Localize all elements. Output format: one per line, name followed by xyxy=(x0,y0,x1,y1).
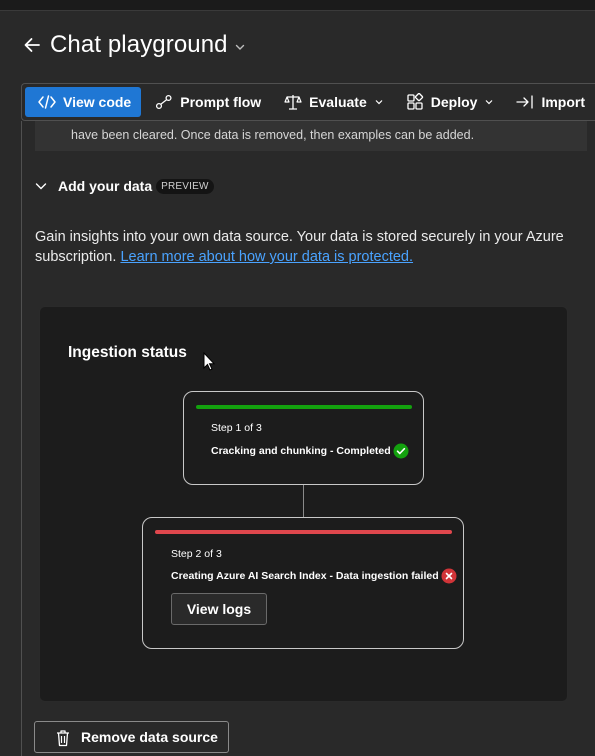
page-header: Chat playground xyxy=(22,30,246,60)
page-title: Chat playground xyxy=(50,31,228,58)
view-code-label: View code xyxy=(63,94,132,110)
ingestion-status-card: Ingestion status Step 1 of 3 Cracking an… xyxy=(39,306,568,702)
remove-data-source-label: Remove data source xyxy=(81,729,218,745)
evaluate-label: Evaluate xyxy=(309,94,367,110)
top-bar xyxy=(0,0,595,11)
ingestion-step-1: Step 1 of 3 Cracking and chunking - Comp… xyxy=(183,391,424,485)
ingestion-title: Ingestion status xyxy=(68,344,187,361)
chevron-down-icon xyxy=(484,97,494,107)
trash-icon xyxy=(55,729,71,747)
view-code-button[interactable]: View code xyxy=(25,87,142,117)
notice-text: have been cleared. Once data is removed,… xyxy=(71,128,475,142)
deploy-label: Deploy xyxy=(430,94,478,110)
add-your-data-header[interactable]: Add your data PREVIEW xyxy=(34,176,214,196)
step-description: Creating Azure AI Search Index - Data in… xyxy=(171,568,457,584)
cube-icon xyxy=(406,93,424,111)
step-connector xyxy=(303,485,304,517)
step-description: Cracking and chunking - Completed xyxy=(211,443,409,459)
section-title: Add your data xyxy=(58,178,153,194)
chevron-down-icon xyxy=(374,97,384,107)
deploy-button[interactable]: Deploy xyxy=(396,87,505,117)
ingestion-step-2: Step 2 of 3 Creating Azure AI Search Ind… xyxy=(142,517,464,649)
preview-badge: PREVIEW xyxy=(156,178,214,194)
step-description-text: Cracking and chunking - Completed xyxy=(211,445,391,457)
step-progress-bar xyxy=(155,530,452,534)
step-label: Step 1 of 3 xyxy=(211,422,262,434)
step-progress-bar xyxy=(196,405,412,409)
step-description-text: Creating Azure AI Search Index - Data in… xyxy=(171,570,439,582)
chevron-down-icon[interactable] xyxy=(234,41,246,53)
import-label: Import xyxy=(541,94,585,110)
notice-banner: have been cleared. Once data is removed,… xyxy=(35,121,587,151)
prompt-flow-label: Prompt flow xyxy=(180,94,262,110)
prompt-flow-button[interactable]: Prompt flow xyxy=(145,87,271,117)
remove-data-source-button[interactable]: Remove data source xyxy=(34,721,229,753)
mouse-pointer-icon xyxy=(203,352,216,371)
import-button[interactable]: Import xyxy=(506,87,595,117)
step-label: Step 2 of 3 xyxy=(171,548,222,560)
view-logs-button[interactable]: View logs xyxy=(171,593,267,625)
data-description: Gain insights into your own data source.… xyxy=(35,227,565,267)
back-arrow-icon[interactable] xyxy=(22,35,42,55)
chevron-down-icon[interactable] xyxy=(34,179,48,193)
scale-icon xyxy=(284,93,302,111)
evaluate-button[interactable]: Evaluate xyxy=(274,87,394,117)
checkmark-circle-icon xyxy=(393,443,409,459)
data-protection-link[interactable]: Learn more about how your data is protec… xyxy=(120,249,413,265)
import-arrow-icon xyxy=(516,93,534,111)
code-icon xyxy=(38,93,56,111)
error-circle-icon xyxy=(441,568,457,584)
setup-panel: have been cleared. Once data is removed,… xyxy=(21,121,595,756)
command-toolbar: View code Prompt flow Evaluate Deploy Im… xyxy=(21,83,595,121)
flow-icon xyxy=(155,93,173,111)
